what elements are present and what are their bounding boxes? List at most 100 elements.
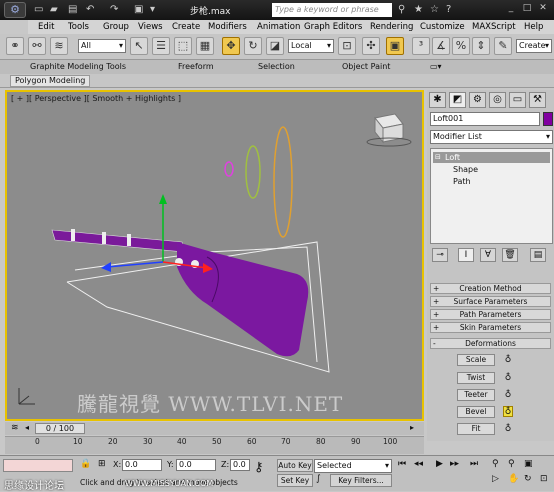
zoom-all-icon[interactable]: ⚲ (508, 459, 515, 469)
create-tab-icon[interactable]: ✱ (429, 92, 446, 108)
snaps-toggle-icon[interactable]: ³ (412, 37, 430, 55)
go-to-end-icon[interactable]: ⏭ (470, 459, 478, 469)
reference-coordinate-dropdown[interactable]: Local (288, 39, 334, 53)
previous-frame-icon[interactable]: ◂◂ (414, 459, 423, 469)
scale-toggle-bulb-icon[interactable]: ♁ (503, 355, 513, 366)
new-file-icon[interactable]: ▭ (34, 4, 43, 15)
scale-deformation-button[interactable]: Scale (457, 354, 495, 366)
fit-toggle-bulb-icon[interactable]: ♁ (503, 424, 513, 435)
lock-selection-icon[interactable]: 🔒 (80, 459, 91, 469)
search-input[interactable]: Type a keyword or phrase (272, 3, 392, 17)
menu-create[interactable]: Create (172, 22, 200, 32)
rollout-path-parameters[interactable]: + Path Parameters (430, 309, 551, 320)
display-tab-icon[interactable]: ▭ (509, 92, 526, 108)
set-key-mode-icon[interactable]: ⚷ (254, 460, 264, 475)
stack-item-loft[interactable]: ⊟ Loft (433, 152, 550, 163)
angle-snap-icon[interactable]: ∡ (432, 37, 450, 55)
next-frame-icon[interactable]: ▸▸ (450, 459, 459, 469)
keyboard-shortcut-override-icon[interactable]: ▣ (386, 37, 404, 55)
menu-views[interactable]: Views (138, 22, 163, 32)
pivot-center-icon[interactable]: ⊡ (338, 37, 356, 55)
stack-item-path[interactable]: Path (433, 176, 550, 187)
track-bar[interactable]: 0 10 20 30 40 50 60 70 80 90 100 (5, 436, 424, 454)
select-and-scale-icon[interactable]: ◪ (266, 37, 284, 55)
time-slider-next-icon[interactable]: ▸ (410, 423, 414, 432)
zoom-extents-icon[interactable]: ▣ (524, 459, 533, 469)
collapse-icon[interactable]: ⊟ (435, 152, 441, 163)
window-crossing-icon[interactable]: ▦ (196, 37, 214, 55)
modifier-list-dropdown[interactable]: Modifier List (430, 130, 553, 144)
object-name-field[interactable]: Loft001 (430, 112, 540, 126)
mini-curve-editor-icon[interactable]: ≋ (11, 423, 19, 433)
tab-freeform[interactable]: Freeform (178, 62, 214, 71)
object-color-swatch[interactable] (543, 112, 553, 126)
go-to-start-icon[interactable]: ⏮ (398, 459, 406, 469)
app-logo-icon[interactable]: ⚙ (4, 2, 26, 18)
open-file-icon[interactable]: ▰ (50, 4, 58, 15)
time-slider-prev-icon[interactable]: ◂ (25, 423, 29, 432)
undo-icon[interactable]: ↶ (86, 4, 94, 15)
tab-object-paint[interactable]: Object Paint (342, 62, 390, 71)
rectangle-selection-icon[interactable]: ⬚ (174, 37, 192, 55)
y-coordinate-field[interactable]: 0.0 (176, 459, 216, 471)
rollout-deformations[interactable]: - Deformations (430, 338, 551, 349)
spinner-snap-icon[interactable]: ⇕ (472, 37, 490, 55)
rollout-surface-parameters[interactable]: + Surface Parameters (430, 296, 551, 307)
select-and-link-icon[interactable]: ⚭ (6, 37, 24, 55)
close-button[interactable]: ✕ (536, 3, 550, 15)
bevel-deformation-button[interactable]: Bevel (457, 406, 495, 418)
select-and-rotate-icon[interactable]: ↻ (244, 37, 262, 55)
bind-space-warp-icon[interactable]: ≋ (50, 37, 68, 55)
maximize-button[interactable]: □ (520, 3, 534, 15)
project-folder-icon[interactable]: ▣ (134, 4, 143, 15)
x-coordinate-field[interactable]: 0.0 (122, 459, 162, 471)
show-end-result-icon[interactable]: Ι (458, 248, 474, 262)
motion-tab-icon[interactable]: ◎ (489, 92, 506, 108)
named-selection-sets-dropdown[interactable]: Create (516, 39, 552, 53)
select-and-move-icon[interactable]: ✥ (222, 37, 240, 55)
zoom-viewport-icon[interactable]: ⚲ (492, 459, 499, 469)
selected-dropdown[interactable]: Selected (314, 459, 392, 473)
search-icon[interactable]: ⚲ (398, 4, 405, 15)
save-file-icon[interactable]: ▤ (68, 4, 77, 15)
menu-graph-editors[interactable]: Graph Editors (304, 22, 362, 32)
menu-modifiers[interactable]: Modifiers (208, 22, 247, 32)
pin-stack-icon[interactable]: ⊸ (432, 248, 448, 262)
utilities-tab-icon[interactable]: ⚒ (529, 92, 546, 108)
menu-group[interactable]: Group (103, 22, 129, 32)
make-unique-icon[interactable]: ∀ (480, 248, 496, 262)
menu-customize[interactable]: Customize (420, 22, 465, 32)
favorites-icon[interactable]: ☆ (430, 4, 439, 15)
select-and-manipulate-icon[interactable]: ✣ (362, 37, 380, 55)
stack-item-shape[interactable]: Shape (433, 164, 550, 175)
ribbon-options-icon[interactable]: ▭▾ (430, 62, 442, 71)
communication-center-icon[interactable]: ★ (414, 4, 423, 15)
maxscript-listener[interactable] (3, 459, 73, 472)
menu-animation[interactable]: Animation (257, 22, 300, 32)
rollout-skin-parameters[interactable]: + Skin Parameters (430, 322, 551, 333)
edit-named-selection-icon[interactable]: ✎ (494, 37, 512, 55)
auto-key-button[interactable]: Auto Key (277, 459, 313, 472)
play-icon[interactable]: ▶ (436, 459, 443, 469)
teeter-deformation-button[interactable]: Teeter (457, 389, 495, 401)
twist-deformation-button[interactable]: Twist (457, 372, 495, 384)
remove-modifier-icon[interactable]: 🗑 (502, 248, 518, 262)
rollout-creation-method[interactable]: + Creation Method (430, 283, 551, 294)
bevel-toggle-bulb-icon[interactable]: ♁ (503, 406, 513, 417)
modify-tab-icon[interactable]: ◩ (449, 92, 466, 108)
unlink-icon[interactable]: ⚯ (28, 37, 46, 55)
menu-maxscript[interactable]: MAXScript (472, 22, 516, 32)
configure-modifier-sets-icon[interactable]: ▤ (530, 248, 546, 262)
polygon-modeling-panel[interactable]: Polygon Modeling (10, 75, 91, 87)
menu-help[interactable]: Help (524, 22, 543, 32)
twist-toggle-bulb-icon[interactable]: ♁ (503, 373, 513, 384)
teeter-toggle-bulb-icon[interactable]: ♁ (503, 390, 513, 401)
menu-edit[interactable]: Edit (38, 22, 54, 32)
quick-access-dropdown-icon[interactable]: ▾ (150, 4, 155, 15)
tab-graphite-modeling-tools[interactable]: Graphite Modeling Tools (30, 62, 126, 71)
hierarchy-tab-icon[interactable]: ⚙ (469, 92, 486, 108)
time-slider[interactable]: 0 / 100 (35, 423, 85, 434)
absolute-mode-icon[interactable]: ⊞ (98, 459, 106, 469)
fit-deformation-button[interactable]: Fit (457, 423, 495, 435)
selection-filter-dropdown[interactable]: All (78, 39, 126, 53)
